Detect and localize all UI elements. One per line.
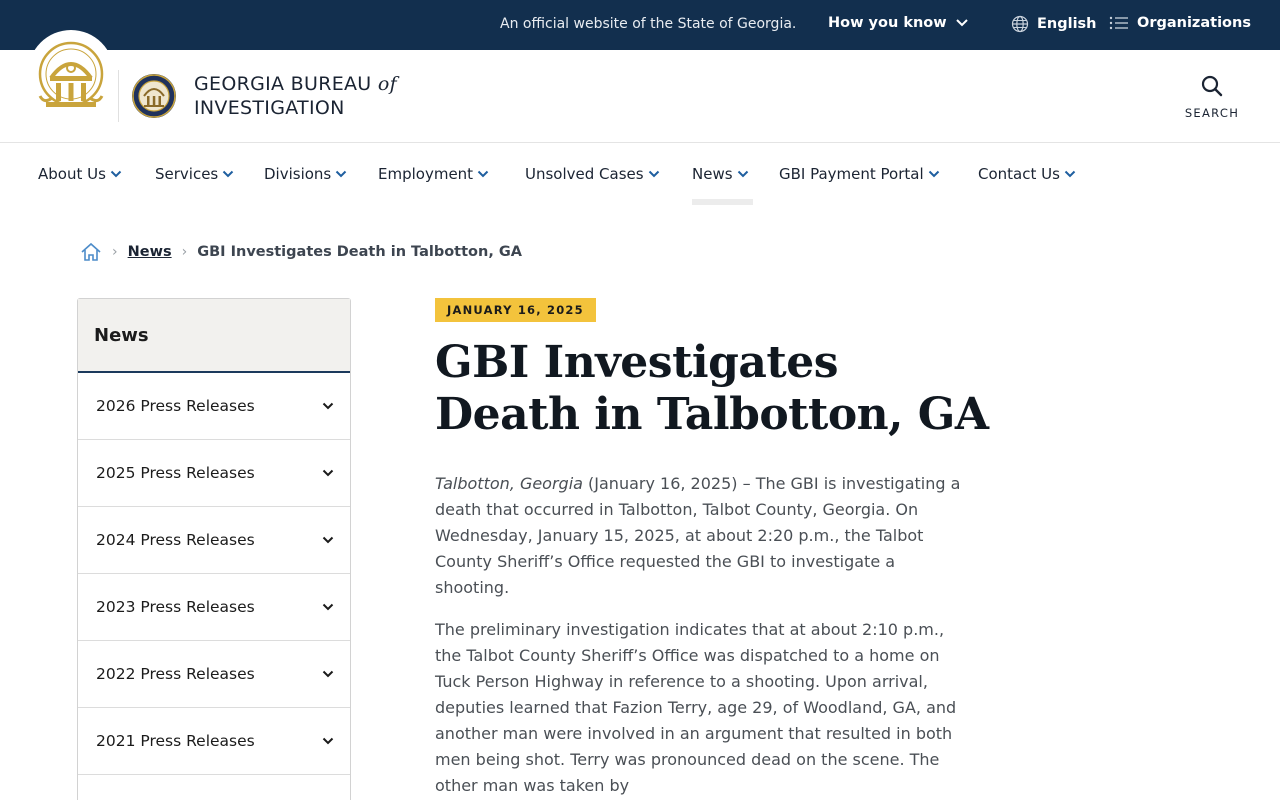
- chevron-down-icon: [110, 170, 122, 178]
- chevron-down-icon: [477, 170, 489, 178]
- nav-item-label: Services: [155, 165, 219, 183]
- chevron-down-icon: [955, 19, 968, 27]
- chevron-down-icon: [322, 603, 334, 611]
- how-you-know-toggle[interactable]: How you know: [828, 15, 969, 31]
- official-website-text: An official website of the State of Geor…: [500, 16, 797, 32]
- language-selector[interactable]: English: [1011, 15, 1097, 33]
- breadcrumb-current-page: GBI Investigates Death in Talbotton, GA: [197, 244, 523, 260]
- search-label: SEARCH: [1184, 106, 1240, 120]
- article-body: Talbotton, Georgia (January 16, 2025) – …: [435, 471, 965, 800]
- sidebar-item-2024-press-releases[interactable]: 2024 Press Releases: [78, 507, 350, 574]
- breadcrumb-separator-icon: ›: [181, 244, 188, 260]
- official-banner: An official website of the State of Geor…: [0, 0, 1280, 50]
- nav-item-label: News: [692, 165, 733, 183]
- site-brand-title[interactable]: GEORGIA BUREAU of INVESTIGATION: [194, 72, 397, 120]
- chevron-down-icon: [648, 170, 659, 178]
- site-header: GEORGIA BUREAU of INVESTIGATION SEARCH: [0, 30, 1280, 143]
- chevron-down-icon: [322, 670, 334, 678]
- organizations-label: Organizations: [1137, 15, 1251, 31]
- nav-item-label: About Us: [38, 165, 106, 183]
- nav-item-label: GBI Payment Portal: [779, 165, 924, 183]
- chevron-down-icon: [737, 170, 748, 178]
- breadcrumb-separator-icon: ›: [112, 244, 118, 260]
- globe-icon: [1011, 15, 1029, 33]
- home-icon[interactable]: [80, 241, 102, 263]
- primary-nav: About Us Services Divisions Employment U…: [0, 143, 1280, 207]
- nav-item-unsolved-cases[interactable]: Unsolved Cases: [525, 165, 660, 183]
- nav-item-employment[interactable]: Employment: [378, 165, 489, 183]
- gbi-seal-icon[interactable]: [131, 70, 177, 122]
- brand-line-1: GEORGIA BUREAU: [194, 73, 372, 95]
- article-paragraph: The preliminary investigation indicates …: [435, 620, 957, 795]
- chevron-down-icon: [322, 536, 334, 544]
- chevron-down-icon: [322, 469, 334, 477]
- news-sidebar: News 2026 Press Releases 2025 Press Rele…: [77, 298, 351, 800]
- breadcrumb: › News › GBI Investigates Death in Talbo…: [80, 241, 522, 263]
- sidebar-item-2025-press-releases[interactable]: 2025 Press Releases: [78, 440, 350, 507]
- nav-active-indicator: [692, 199, 753, 205]
- article-title: GBI Investigates Death in Talbotton, GA: [435, 337, 989, 440]
- georgia-arch-seal-icon: [38, 41, 104, 107]
- chevron-down-icon: [928, 170, 939, 178]
- brand-of: of: [377, 73, 397, 95]
- sidebar-item-label: 2026 Press Releases: [96, 397, 255, 415]
- sidebar-item-label: 2022 Press Releases: [96, 665, 255, 683]
- sidebar-item-label: 2021 Press Releases: [96, 732, 255, 750]
- sidebar-item-label: 2023 Press Releases: [96, 598, 255, 616]
- sidebar-item-label: 2024 Press Releases: [96, 531, 255, 549]
- nav-item-label: Divisions: [264, 165, 332, 183]
- brand-line-2: INVESTIGATION: [194, 97, 345, 119]
- sidebar-item-2021-press-releases[interactable]: 2021 Press Releases: [78, 708, 350, 775]
- nav-item-gbi-payment-portal[interactable]: GBI Payment Portal: [779, 165, 940, 183]
- organizations-menu[interactable]: Organizations: [1109, 15, 1251, 31]
- language-label: English: [1037, 16, 1097, 32]
- sidebar-title: News: [78, 299, 350, 373]
- sidebar-item-label: 2025 Press Releases: [96, 464, 255, 482]
- article-paragraph: Talbotton, Georgia (January 16, 2025) – …: [435, 471, 965, 601]
- nav-item-divisions[interactable]: Divisions: [264, 165, 347, 183]
- sidebar-item-2022-press-releases[interactable]: 2022 Press Releases: [78, 641, 350, 708]
- sidebar-item-2023-press-releases[interactable]: 2023 Press Releases: [78, 574, 350, 641]
- breadcrumb-link-news[interactable]: News: [128, 244, 172, 260]
- georgia-state-logo[interactable]: [28, 30, 114, 116]
- nav-item-label: Unsolved Cases: [525, 165, 644, 183]
- nav-item-about-us[interactable]: About Us: [38, 165, 122, 183]
- chevron-down-icon: [223, 170, 234, 178]
- chevron-down-icon: [336, 170, 347, 178]
- nav-item-contact-us[interactable]: Contact Us: [978, 165, 1076, 183]
- article-date-badge: JANUARY 16, 2025: [435, 298, 596, 322]
- nav-item-label: Contact Us: [978, 165, 1060, 183]
- chevron-down-icon: [322, 402, 334, 410]
- nav-item-services[interactable]: Services: [155, 165, 234, 183]
- chevron-down-icon: [322, 737, 334, 745]
- search-button[interactable]: SEARCH: [1180, 74, 1244, 120]
- nav-item-news[interactable]: News: [692, 165, 749, 183]
- how-you-know-label: How you know: [828, 15, 947, 31]
- nav-item-label: Employment: [378, 165, 474, 183]
- sidebar-item-2026-press-releases[interactable]: 2026 Press Releases: [78, 373, 350, 440]
- header-divider: [118, 70, 119, 122]
- search-icon: [1201, 75, 1223, 97]
- list-icon: [1109, 16, 1128, 30]
- chevron-down-icon: [1064, 170, 1076, 178]
- article-dateline-place: Talbotton, Georgia: [435, 474, 583, 493]
